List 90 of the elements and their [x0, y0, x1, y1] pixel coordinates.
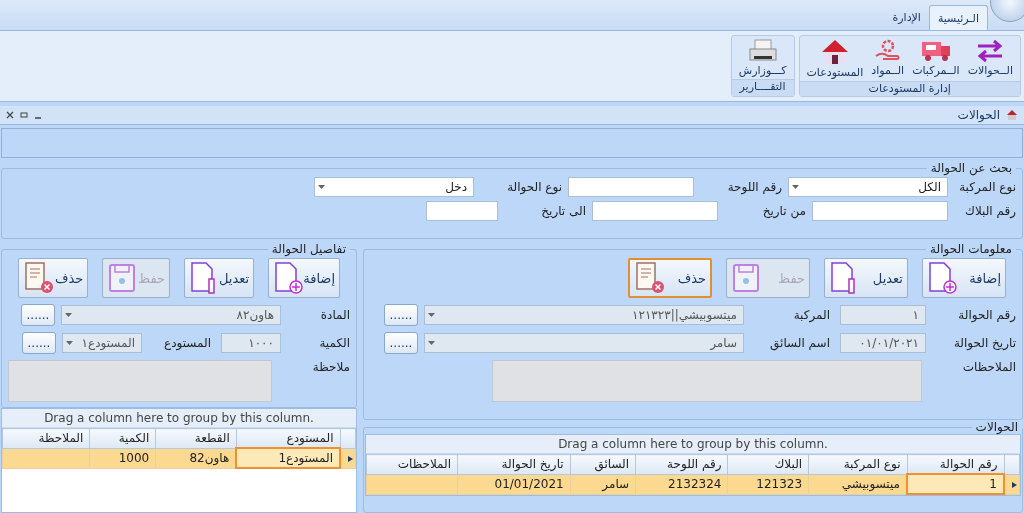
browse-button[interactable]: ......	[21, 304, 55, 326]
table-cell: 01/01/2021	[457, 474, 571, 494]
ribbon-button[interactable]: الــحوالات	[964, 38, 1016, 79]
field-label: المستودع	[163, 336, 211, 350]
column-header[interactable]: الملاحظات	[366, 454, 458, 474]
input-field[interactable]: ١	[840, 305, 926, 325]
dropdown-arrow-icon	[428, 313, 435, 317]
table-cell: سامر	[570, 474, 636, 494]
dropdown[interactable]: دخل	[314, 177, 474, 197]
ribbon-tab[interactable]: الإدارة	[884, 5, 929, 30]
document-title: الحوالات	[957, 108, 1000, 122]
dropdown-arrow-icon	[792, 185, 799, 189]
group-by-panel: Drag a column here to group by this column.	[2, 409, 356, 428]
table-cell: 1	[907, 474, 1004, 494]
group-label: التقــــارير	[731, 79, 794, 96]
dropdown-arrow-icon	[66, 341, 73, 345]
group-label: إدارة المستودعات	[799, 81, 1020, 96]
edit-button[interactable]: تعديل	[184, 258, 255, 298]
ribbon-tab[interactable]: الـرئيسية	[928, 5, 988, 30]
ribbon-button[interactable]: المستودعات	[803, 38, 867, 79]
ribbon-button[interactable]: كـــوزارش	[735, 38, 790, 77]
delete-button[interactable]: حذف	[18, 258, 89, 298]
add-button[interactable]: إضافة	[268, 258, 340, 298]
table-cell: المستودع1	[236, 448, 340, 468]
browse-button[interactable]: ......	[384, 304, 418, 326]
browse-button[interactable]: ......	[384, 332, 418, 354]
ribbon-button[interactable]: الــمركبات	[909, 38, 963, 79]
browse-button[interactable]: ......	[22, 332, 56, 354]
field-label: رقم اللوحة	[726, 180, 782, 194]
field-label: من تاريخ	[761, 204, 806, 218]
edit-button[interactable]: تعديل	[824, 258, 908, 298]
input-field[interactable]	[426, 201, 498, 221]
table-cell: 2132324	[635, 474, 728, 494]
input-field[interactable]	[568, 177, 694, 197]
group-title: معلومات الحوالة	[929, 242, 1013, 256]
input-field[interactable]: ١٠٠٠	[221, 333, 281, 353]
dropdown-arrow-icon	[65, 313, 72, 317]
input-field[interactable]	[812, 201, 948, 221]
field-label: نوع المركبة	[958, 180, 1016, 194]
ribbon-button[interactable]: الــمواد	[868, 38, 908, 79]
dropdown[interactable]: ميتسوبيشي||١٢١٣٢٣	[424, 305, 744, 325]
restore-icon[interactable]	[20, 111, 28, 119]
notes-field[interactable]	[492, 360, 922, 402]
dropdown[interactable]: سامر	[424, 333, 744, 353]
column-header[interactable]: القطعة	[155, 428, 237, 448]
column-header[interactable]: السائق	[570, 454, 636, 474]
table-cell: 1000	[89, 448, 156, 468]
dropdown[interactable]: الكل	[788, 177, 948, 197]
field-label: ملاحظة	[311, 360, 350, 374]
field-label: اسم السائق	[769, 336, 830, 350]
field-label: الى تاريخ	[540, 204, 586, 218]
column-header[interactable]: رقم اللوحة	[635, 454, 728, 474]
column-header[interactable]: تاريخ الحوالة	[457, 454, 571, 474]
printer-icon	[746, 38, 779, 64]
close-icon[interactable]	[6, 111, 14, 119]
group-title: بحث عن الحوالة	[929, 161, 1013, 175]
group-title: الحوالات	[974, 420, 1019, 434]
dropdown[interactable]: المستودع١	[62, 333, 142, 353]
field-label: المركبة	[792, 308, 830, 322]
column-header[interactable]: الملاحظة	[2, 428, 90, 448]
notes-field[interactable]	[8, 360, 272, 402]
column-header[interactable]: نوع المركبة	[808, 454, 908, 474]
column-header[interactable]: رقم الحوالة	[907, 454, 1004, 474]
field-label: المادة	[319, 308, 350, 322]
column-header[interactable]: البلاك	[727, 454, 809, 474]
field-label: الملاحظات	[961, 360, 1016, 374]
field-label: نوع الحوالة	[506, 180, 562, 194]
dropdown-arrow-icon	[428, 341, 435, 345]
input-field[interactable]	[592, 201, 718, 221]
document-delete-icon	[634, 261, 666, 295]
house-icon	[1006, 109, 1018, 121]
row-indicator-icon	[1012, 481, 1017, 488]
group-title: تفاصيل الحوالة	[270, 242, 347, 256]
document-add-icon	[273, 261, 304, 295]
document-add-icon	[927, 261, 957, 295]
delete-button[interactable]: حذف	[628, 258, 712, 298]
row-indicator-icon	[348, 455, 353, 462]
field-label: الكمية	[318, 336, 350, 350]
field-label: رقم البلاك	[964, 204, 1016, 218]
dropdown[interactable]: هاون٨٢	[61, 305, 281, 325]
table-cell: 121323	[727, 474, 809, 494]
add-button[interactable]: إضافة	[922, 258, 1006, 298]
group-by-panel: Drag a column here to group by this column.	[366, 435, 1020, 454]
field-label: تاريخ الحوالة	[952, 336, 1016, 350]
document-delete-icon	[23, 261, 55, 295]
input-field[interactable]: ٠١/٠١/٢٠٢١	[840, 333, 926, 353]
field-label: رقم الحوالة	[957, 308, 1016, 322]
column-header[interactable]: الكمية	[89, 428, 156, 448]
dropdown-arrow-icon	[318, 185, 325, 189]
column-header[interactable]: المستودع	[236, 428, 340, 448]
